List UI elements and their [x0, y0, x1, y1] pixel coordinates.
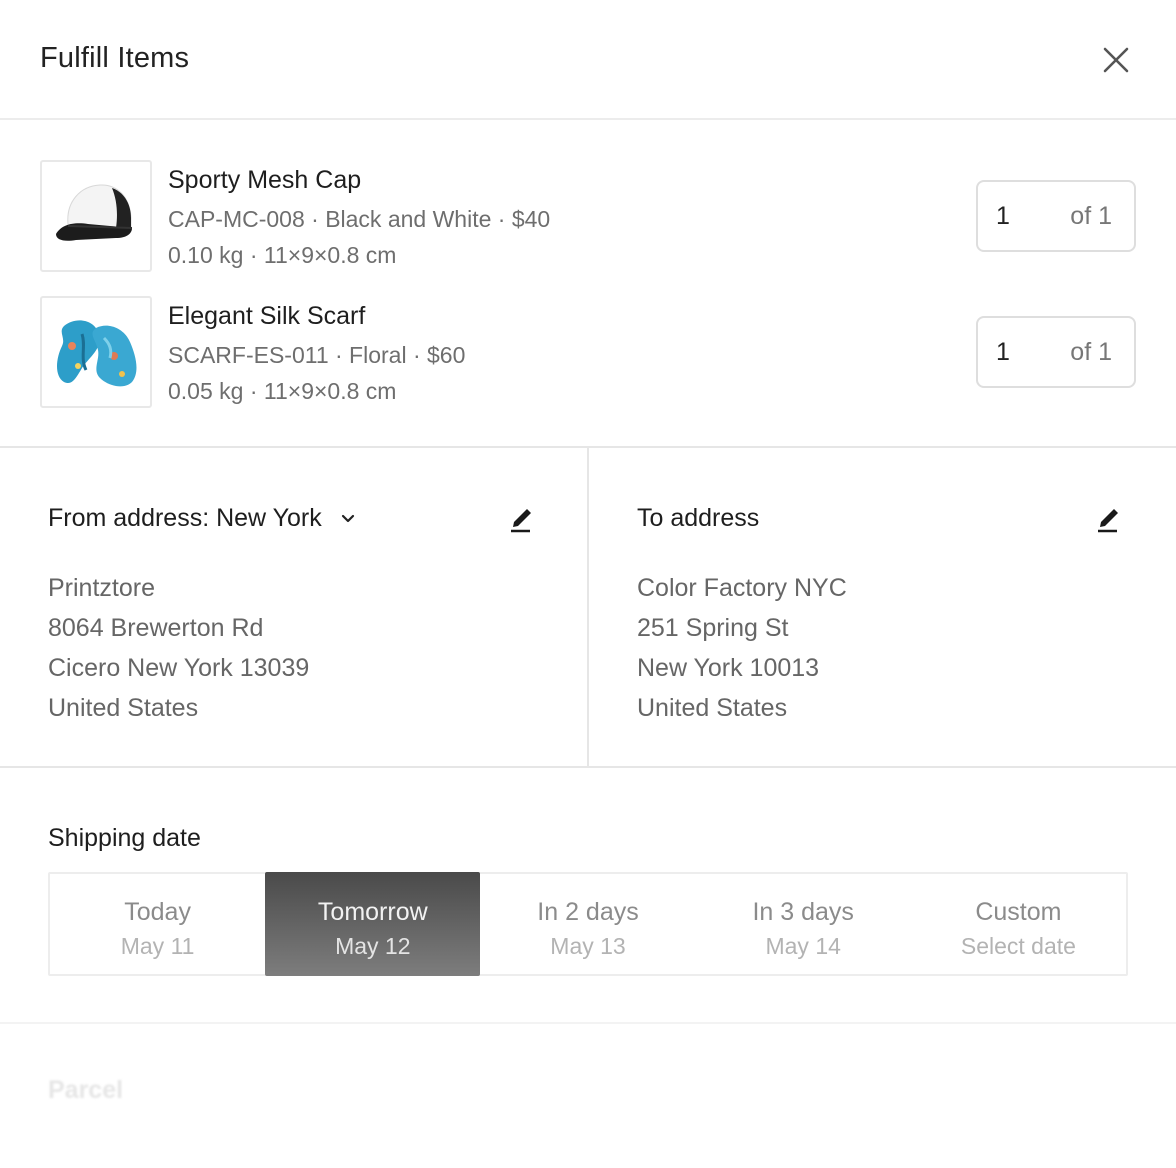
address-line: Color Factory NYC	[637, 574, 847, 602]
date-option-label: In 2 days	[537, 898, 639, 926]
items-list: Sporty Mesh Cap CAP-MC-008 · Black and W…	[0, 120, 1176, 448]
quantity-input[interactable]	[996, 198, 1046, 234]
item-meta: SCARF-ES-011 · Floral · $60	[168, 342, 466, 368]
item-name: Elegant Silk Scarf	[168, 302, 366, 330]
edit-to-address-icon[interactable]	[1093, 500, 1123, 534]
date-option-date: May 12	[335, 933, 411, 959]
address-line: 8064 Brewerton Rd	[48, 614, 264, 642]
address-line: 251 Spring St	[637, 614, 789, 642]
date-option-in-3-days[interactable]: In 3 days May 14	[696, 874, 911, 974]
chevron-down-icon[interactable]	[338, 509, 358, 529]
date-option-label: In 3 days	[752, 898, 854, 926]
quantity-input[interactable]	[996, 334, 1046, 370]
address-line: Cicero New York 13039	[48, 654, 310, 682]
quantity-total: of 1	[1070, 202, 1112, 230]
address-section: From address: New York Printztore 8064 B…	[0, 448, 1176, 768]
date-option-today[interactable]: Today May 11	[50, 874, 265, 974]
product-thumbnail	[40, 296, 152, 408]
to-address-lines: Color Factory NYC 251 Spring St New York…	[637, 568, 847, 728]
to-address-heading: To address	[637, 504, 760, 532]
date-option-label: Tomorrow	[317, 898, 428, 926]
close-icon	[1103, 47, 1129, 73]
modal-header: Fulfill Items	[0, 0, 1176, 120]
from-address-selector[interactable]: From address: New York	[48, 504, 358, 533]
address-line: United States	[48, 694, 199, 722]
shipping-date-title: Shipping date	[48, 824, 201, 852]
date-option-tomorrow[interactable]: Tomorrow May 12	[265, 872, 481, 976]
modal-title: Fulfill Items	[40, 42, 190, 74]
from-address-lines: Printztore 8064 Brewerton Rd Cicero New …	[48, 568, 309, 728]
address-line: Printztore	[48, 574, 155, 602]
from-address-panel: From address: New York Printztore 8064 B…	[0, 448, 589, 766]
shipping-date-options: Today May 11 Tomorrow May 12 In 2 days M…	[48, 872, 1128, 976]
parcel-section-title: Parcel	[48, 1076, 124, 1104]
date-option-date: May 11	[120, 933, 195, 959]
item-dimensions: 0.10 kg · 11×9×0.8 cm	[168, 242, 397, 268]
item-meta: CAP-MC-008 · Black and White · $40	[168, 206, 551, 232]
list-item: Elegant Silk Scarf SCARF-ES-011 · Floral…	[40, 296, 1136, 408]
date-option-label: Custom	[975, 898, 1062, 926]
product-thumbnail	[40, 160, 152, 272]
cap-icon	[56, 184, 133, 241]
quantity-field[interactable]: of 1	[976, 180, 1136, 252]
date-option-date: May 13	[550, 933, 626, 959]
date-option-date: Select date	[960, 933, 1076, 959]
date-option-label: Today	[124, 898, 191, 926]
item-name: Sporty Mesh Cap	[168, 166, 362, 194]
scarf-icon	[57, 320, 137, 387]
item-dimensions: 0.05 kg · 11×9×0.8 cm	[168, 378, 397, 404]
date-option-date: May 14	[765, 933, 841, 959]
address-line: United States	[637, 694, 788, 722]
to-address-panel: To address Color Factory NYC 251 Spring …	[589, 448, 1176, 766]
from-address-heading: From address: New York	[48, 504, 322, 532]
date-option-custom[interactable]: Custom Select date	[911, 874, 1126, 974]
close-button[interactable]	[1096, 40, 1136, 80]
address-line: New York 10013	[637, 654, 820, 682]
quantity-field[interactable]: of 1	[976, 316, 1136, 388]
edit-from-address-icon[interactable]	[506, 500, 536, 534]
shipping-date-section: Shipping date Today May 11 Tomorrow May …	[0, 768, 1176, 1024]
list-item: Sporty Mesh Cap CAP-MC-008 · Black and W…	[40, 160, 1136, 272]
quantity-total: of 1	[1070, 338, 1112, 366]
date-option-in-2-days[interactable]: In 2 days May 13	[480, 874, 695, 974]
